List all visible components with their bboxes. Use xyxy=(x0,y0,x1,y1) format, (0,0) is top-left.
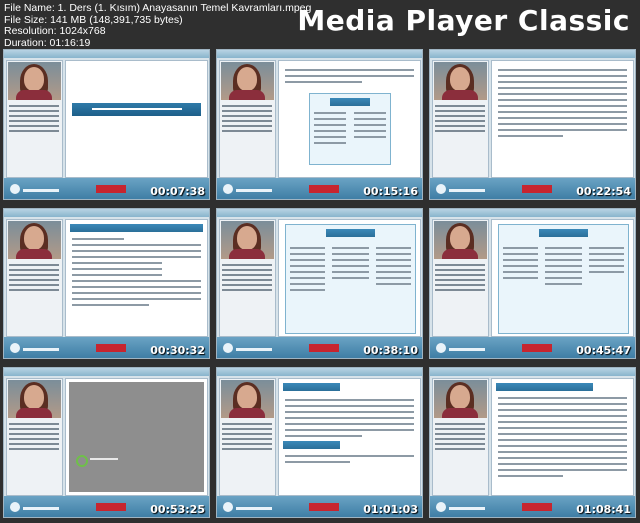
thumb-sidebar xyxy=(6,378,63,496)
slide-header-bar xyxy=(70,224,203,232)
thumb-sidebar xyxy=(432,60,489,178)
presenter-video xyxy=(221,221,274,259)
thumb-header xyxy=(4,209,209,217)
slide-diagram xyxy=(498,224,629,334)
timestamp: 01:01:03 xyxy=(363,503,418,516)
thumb-sidebar xyxy=(6,60,63,178)
thumb-sidebar xyxy=(432,378,489,496)
slide-area xyxy=(65,60,208,178)
site-logo-icon xyxy=(223,502,233,512)
thumb-sidebar xyxy=(219,378,276,496)
thumb-header xyxy=(430,209,635,217)
thumb-header xyxy=(217,368,422,376)
thumb-header xyxy=(4,50,209,58)
slide-area xyxy=(491,60,634,178)
thumbnail-3[interactable]: 00:22:54 xyxy=(429,49,636,200)
thumbnail-5[interactable]: 00:38:10 xyxy=(216,208,423,359)
presenter-video xyxy=(221,62,274,100)
file-name: File Name: 1. Ders (1. Kısım) Anayasanın… xyxy=(4,2,312,14)
presenter-video xyxy=(8,380,61,418)
thumbnail-8[interactable]: 01:01:03 xyxy=(216,367,423,518)
slide-area xyxy=(491,378,634,496)
thumb-sidebar xyxy=(219,60,276,178)
slide-area xyxy=(65,219,208,337)
thumbnail-1[interactable]: 00:07:38 xyxy=(3,49,210,200)
thumb-header xyxy=(4,368,209,376)
timestamp: 01:08:41 xyxy=(576,503,631,516)
slide-header-bar xyxy=(496,383,593,391)
presenter-video xyxy=(8,62,61,100)
timestamp: 00:38:10 xyxy=(363,344,418,357)
loading-panel xyxy=(69,382,204,492)
slide-area xyxy=(278,60,421,178)
slide-area xyxy=(65,378,208,496)
timestamp: 00:45:47 xyxy=(576,344,631,357)
file-resolution: Resolution: 1024x768 xyxy=(4,25,106,37)
timestamp: 00:53:25 xyxy=(150,503,205,516)
thumbnail-grid: 00:07:38 00:15:16 00:22:54 00:30:32 00:3… xyxy=(3,49,637,521)
loading-spinner-icon xyxy=(76,455,88,467)
slide-title-band xyxy=(72,103,201,116)
slide-header-bar xyxy=(283,383,340,391)
slide-diagram xyxy=(285,224,416,334)
presenter-video xyxy=(8,221,61,259)
presenter-video xyxy=(434,380,487,418)
site-logo-icon xyxy=(436,184,446,194)
thumbnail-2[interactable]: 00:15:16 xyxy=(216,49,423,200)
timestamp: 00:30:32 xyxy=(150,344,205,357)
thumbnail-6[interactable]: 00:45:47 xyxy=(429,208,636,359)
slide-area xyxy=(491,219,634,337)
thumb-sidebar xyxy=(432,219,489,337)
site-logo-icon xyxy=(436,343,446,353)
thumbnail-7[interactable]: 00:53:25 xyxy=(3,367,210,518)
site-logo-icon xyxy=(223,184,233,194)
thumb-header xyxy=(217,209,422,217)
thumbnail-4[interactable]: 00:30:32 xyxy=(3,208,210,359)
presenter-video xyxy=(434,221,487,259)
thumb-header xyxy=(217,50,422,58)
timestamp: 00:07:38 xyxy=(150,185,205,198)
site-logo-icon xyxy=(436,502,446,512)
timestamp: 00:22:54 xyxy=(576,185,631,198)
thumb-sidebar xyxy=(6,219,63,337)
site-logo-icon xyxy=(10,343,20,353)
thumb-header xyxy=(430,50,635,58)
presenter-video xyxy=(221,380,274,418)
thumb-sidebar xyxy=(219,219,276,337)
slide-diagram xyxy=(309,93,391,165)
site-logo-icon xyxy=(10,502,20,512)
loading-text-placeholder xyxy=(90,458,118,460)
timestamp: 00:15:16 xyxy=(363,185,418,198)
presenter-video xyxy=(434,62,487,100)
app-brand: Media Player Classic xyxy=(297,4,630,37)
thumbnail-9[interactable]: 01:08:41 xyxy=(429,367,636,518)
file-duration: Duration: 01:16:19 xyxy=(4,36,91,49)
thumb-header xyxy=(430,368,635,376)
slide-area xyxy=(278,378,421,496)
site-logo-icon xyxy=(223,343,233,353)
slide-area xyxy=(278,219,421,337)
file-info: File Name: 1. Ders (1. Kısım) Anayasanın… xyxy=(4,2,312,49)
site-logo-icon xyxy=(10,184,20,194)
